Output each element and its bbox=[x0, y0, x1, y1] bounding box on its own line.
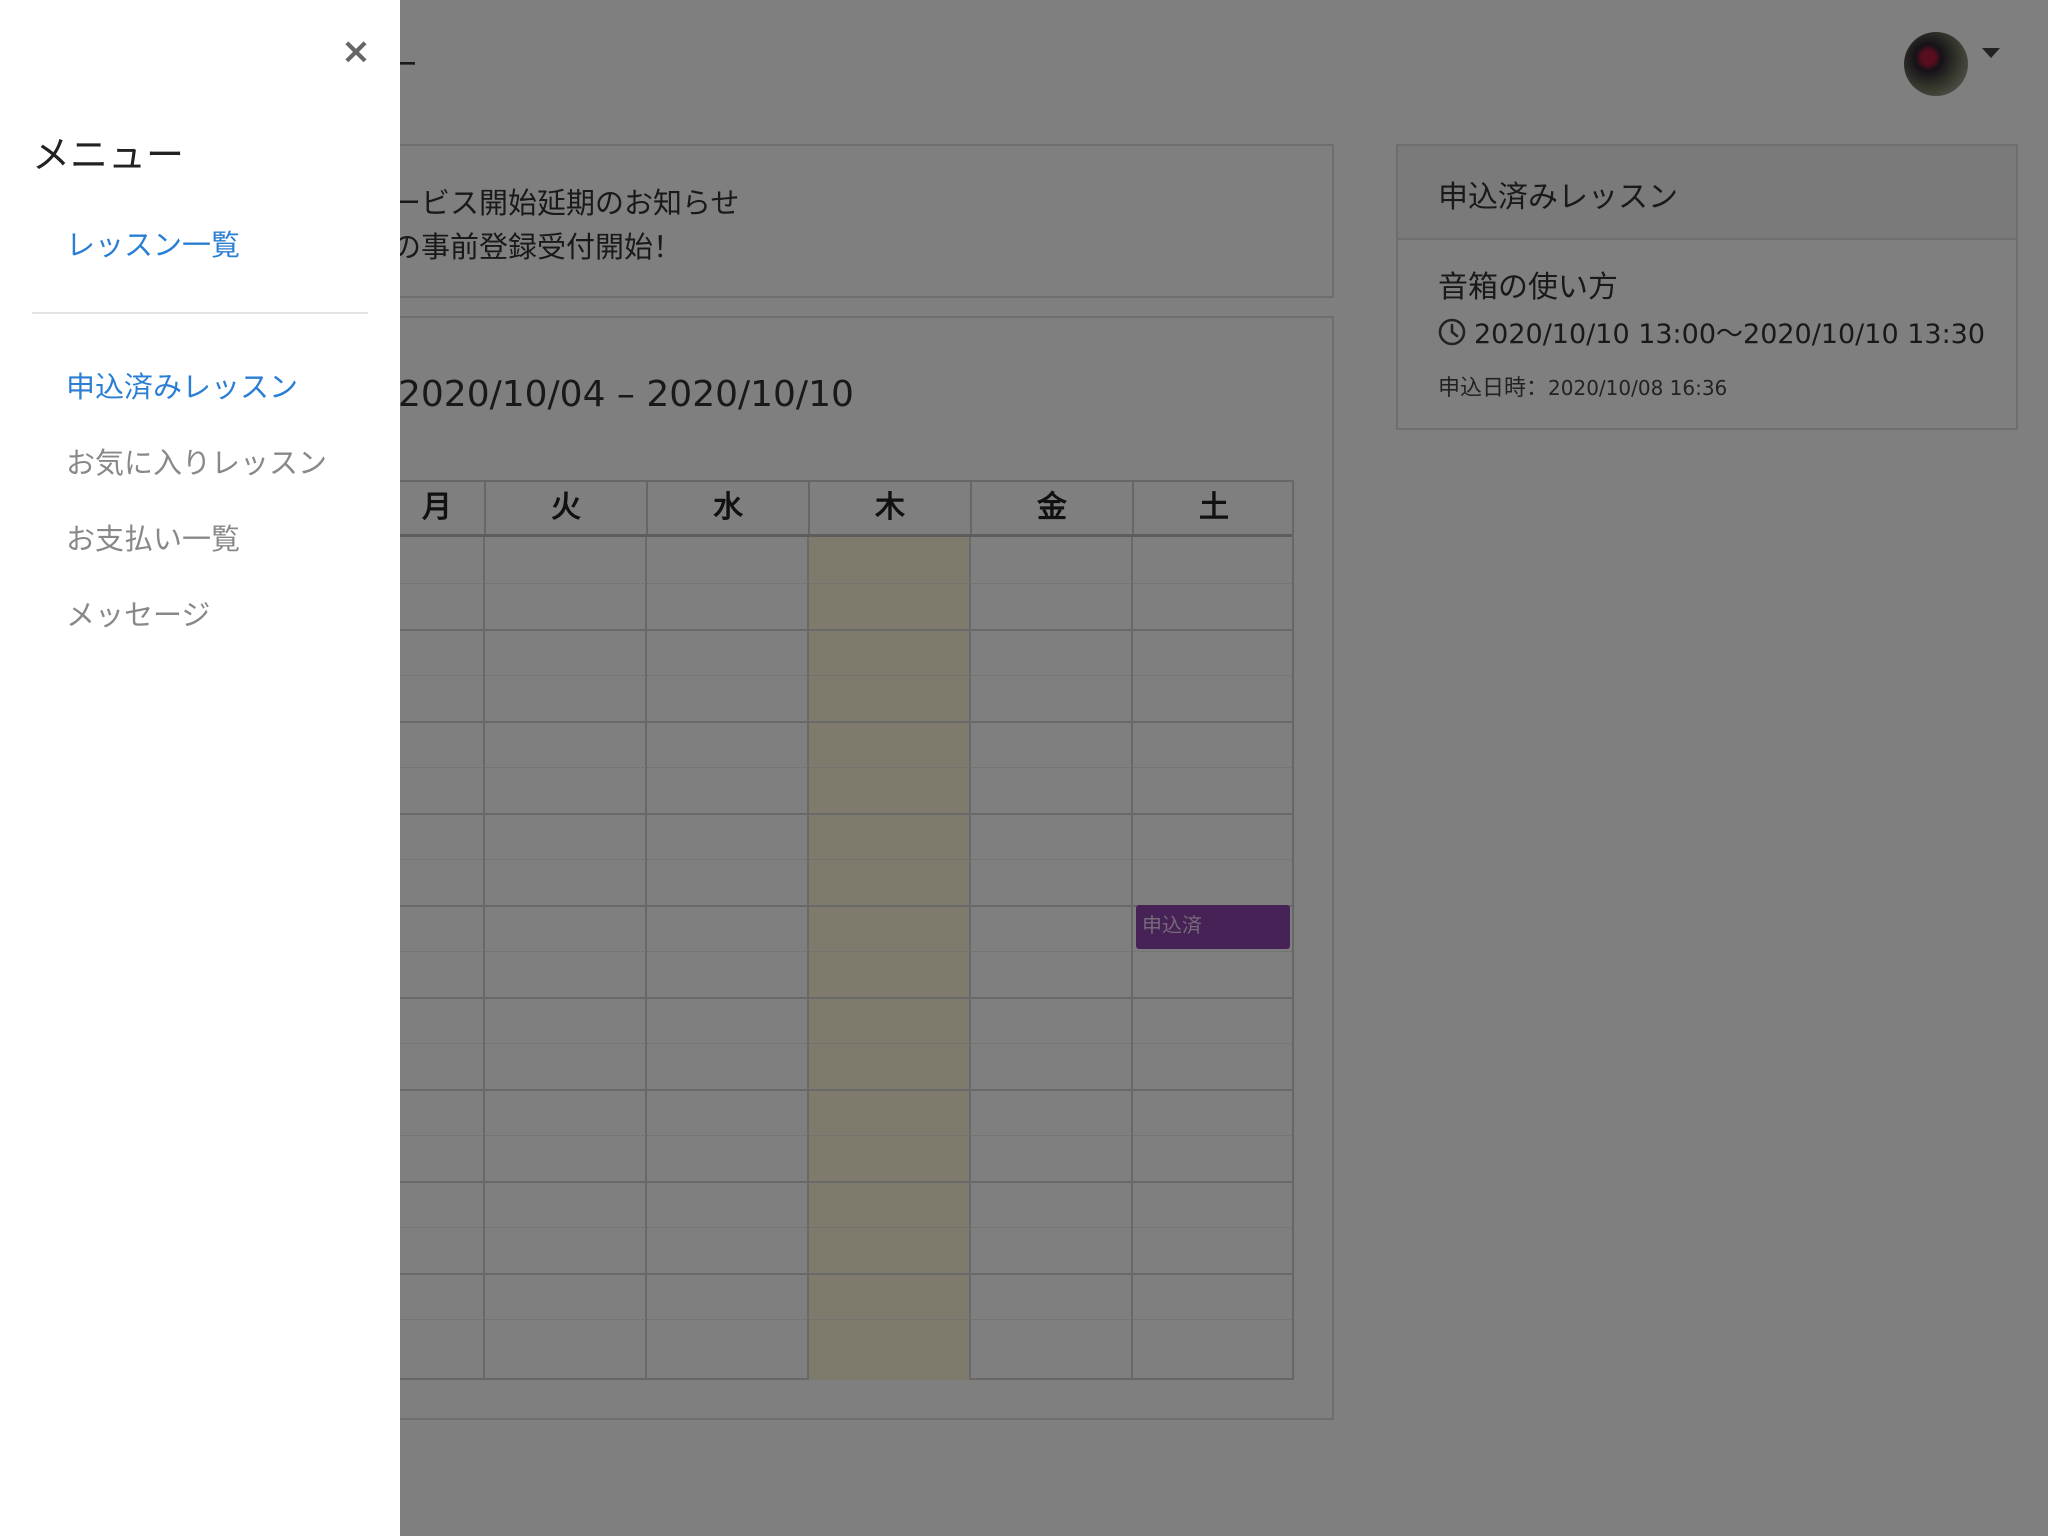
menu-item-applied-lessons[interactable]: 申込済みレッスン bbox=[66, 364, 298, 406]
close-icon[interactable]: × bbox=[340, 34, 372, 70]
drawer-divider bbox=[32, 312, 368, 314]
menu-item-messages[interactable]: メッセージ bbox=[66, 592, 210, 634]
drawer-title: メニュー bbox=[32, 133, 185, 177]
menu-item-favorite-lessons[interactable]: お気に入りレッスン bbox=[66, 440, 327, 482]
side-menu-drawer: × メニュー レッスン一覧 申込済みレッスン お気に入りレッスン お支払い一覧 … bbox=[0, 0, 400, 1536]
menu-item-payments[interactable]: お支払い一覧 bbox=[66, 516, 240, 558]
menu-item-lesson-list[interactable]: レッスン一覧 bbox=[66, 222, 240, 264]
